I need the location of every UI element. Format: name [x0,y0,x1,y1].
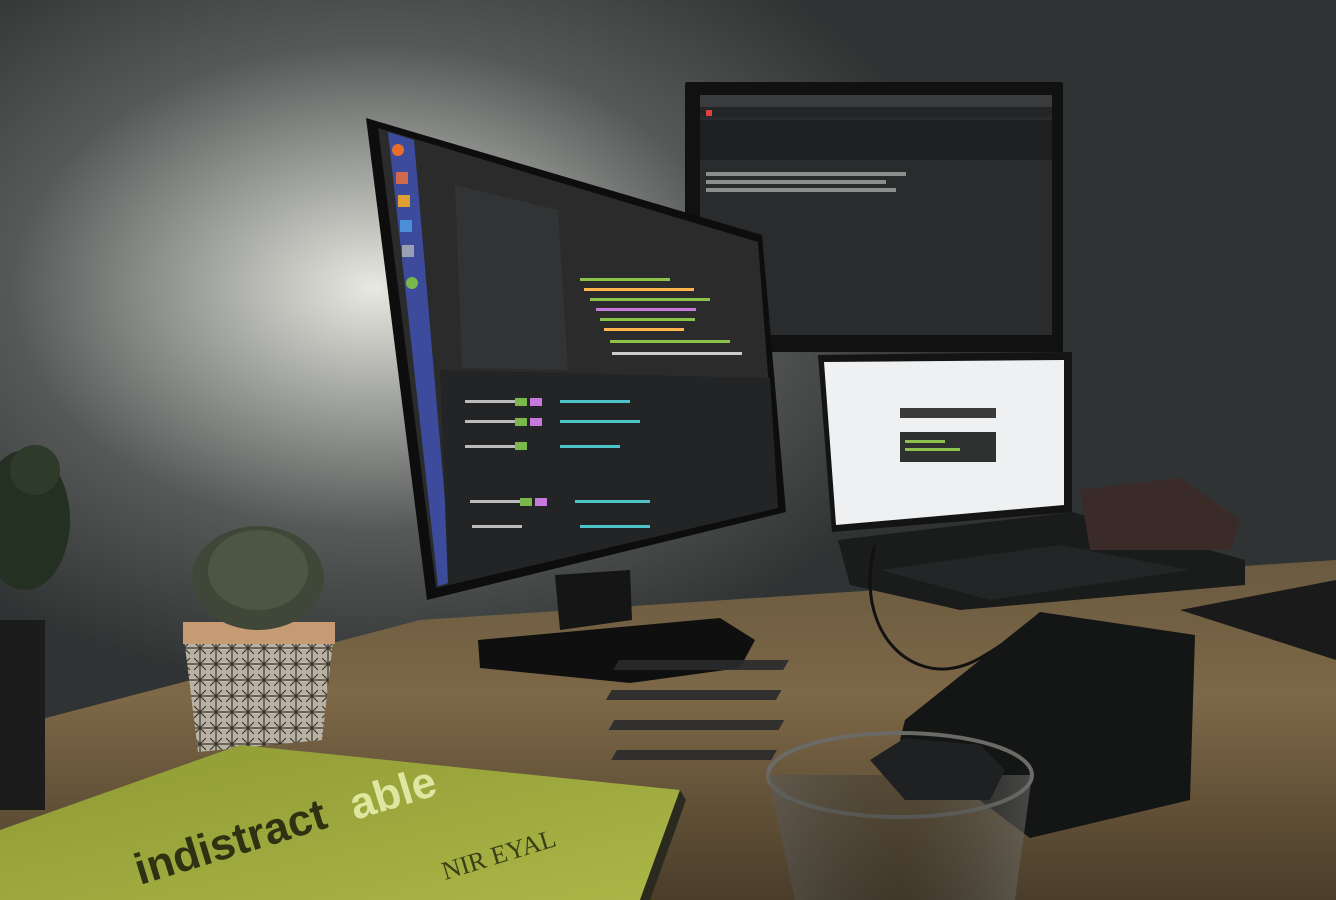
settings-icon [402,245,414,257]
ubuntu-icon [392,144,404,156]
cactus [183,526,335,752]
project-tree [455,185,568,370]
browser-icon [400,220,412,232]
terminal-icon [398,195,410,207]
desk-photo: indistract able NIR EYAL [0,0,1336,900]
code-icon [406,277,418,289]
scene-svg: indistract able NIR EYAL [0,0,1336,900]
files-icon [396,172,408,184]
